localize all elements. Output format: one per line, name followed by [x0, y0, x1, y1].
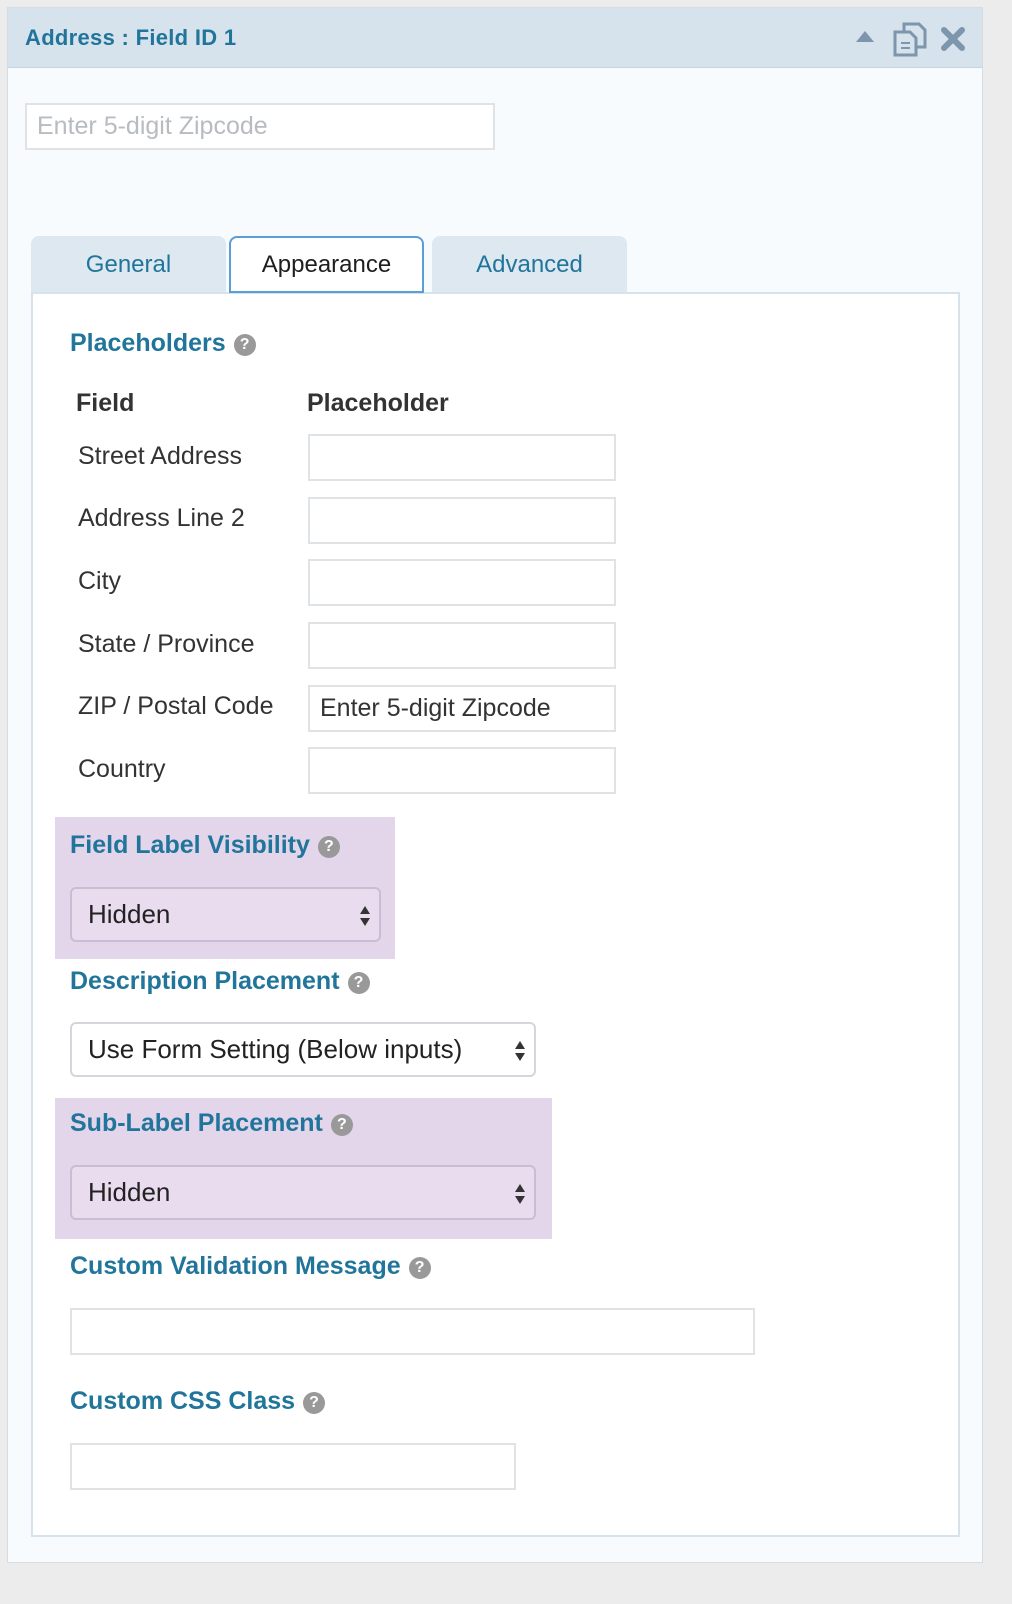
- placeholders-heading: Placeholders?: [70, 329, 256, 358]
- description-placement-select[interactable]: Use Form Setting (Below inputs): [70, 1022, 536, 1077]
- tab-advanced[interactable]: Advanced: [432, 236, 627, 293]
- help-icon[interactable]: ?: [330, 1114, 353, 1136]
- tab-general[interactable]: General: [31, 236, 226, 293]
- select-arrows-icon: [515, 1041, 525, 1061]
- sub-label-placement-title: Sub-Label Placement: [70, 1109, 323, 1137]
- street-address-placeholder-input[interactable]: [308, 434, 616, 481]
- help-icon[interactable]: ?: [233, 334, 256, 356]
- sub-label-placement-select[interactable]: Hidden: [70, 1165, 536, 1220]
- panel-title: Address : Field ID 1: [25, 25, 237, 50]
- field-label-visibility-heading: Field Label Visibility?: [70, 831, 340, 860]
- row-label-country: Country: [78, 755, 166, 783]
- tab-appearance[interactable]: Appearance: [229, 236, 424, 293]
- row-label-state-province: State / Province: [78, 630, 255, 658]
- address-line-2-placeholder-input[interactable]: [308, 497, 616, 544]
- state-province-placeholder-input[interactable]: [308, 622, 616, 669]
- custom-validation-message-heading: Custom Validation Message?: [70, 1252, 431, 1281]
- tab-content-appearance: Placeholders? Field Placeholder Street A…: [31, 292, 960, 1537]
- field-label-visibility-title: Field Label Visibility: [70, 831, 310, 859]
- zipcode-preview-input[interactable]: [25, 103, 495, 150]
- row-label-city: City: [78, 567, 122, 595]
- country-placeholder-input[interactable]: [308, 747, 616, 794]
- row-label-street-address: Street Address: [78, 442, 242, 470]
- column-header-placeholder: Placeholder: [307, 389, 449, 417]
- field-settings-panel: Address : Field ID 1 General Appearance …: [7, 7, 983, 1563]
- collapse-arrow-icon[interactable]: [855, 30, 875, 44]
- custom-validation-message-input[interactable]: [70, 1308, 755, 1355]
- help-icon[interactable]: ?: [408, 1257, 431, 1279]
- custom-validation-message-title: Custom Validation Message: [70, 1252, 401, 1280]
- city-placeholder-input[interactable]: [308, 559, 616, 606]
- row-label-zip-postal-code: ZIP / Postal Code: [78, 692, 274, 720]
- field-label-visibility-select[interactable]: Hidden: [70, 887, 381, 942]
- select-arrows-icon: [515, 1184, 525, 1204]
- select-value: Use Form Setting (Below inputs): [88, 1034, 463, 1064]
- description-placement-heading: Description Placement?: [70, 967, 370, 996]
- select-value: Hidden: [88, 899, 171, 929]
- select-value: Hidden: [88, 1177, 171, 1207]
- select-arrows-icon: [360, 906, 370, 926]
- help-icon[interactable]: ?: [347, 972, 370, 994]
- custom-css-class-title: Custom CSS Class: [70, 1387, 296, 1415]
- sub-label-placement-heading: Sub-Label Placement?: [70, 1109, 353, 1138]
- duplicate-icon[interactable]: [892, 21, 928, 57]
- placeholders-title: Placeholders: [70, 329, 226, 357]
- description-placement-title: Description Placement: [70, 967, 340, 995]
- delete-icon[interactable]: [940, 26, 966, 52]
- panel-header: Address : Field ID 1: [8, 8, 982, 68]
- help-icon[interactable]: ?: [303, 1392, 326, 1414]
- zip-postal-code-placeholder-input[interactable]: [308, 685, 616, 732]
- custom-css-class-heading: Custom CSS Class?: [70, 1387, 326, 1416]
- help-icon[interactable]: ?: [317, 836, 340, 858]
- column-header-field: Field: [76, 389, 135, 417]
- custom-css-class-input[interactable]: [70, 1443, 516, 1490]
- row-label-address-line-2: Address Line 2: [78, 504, 245, 532]
